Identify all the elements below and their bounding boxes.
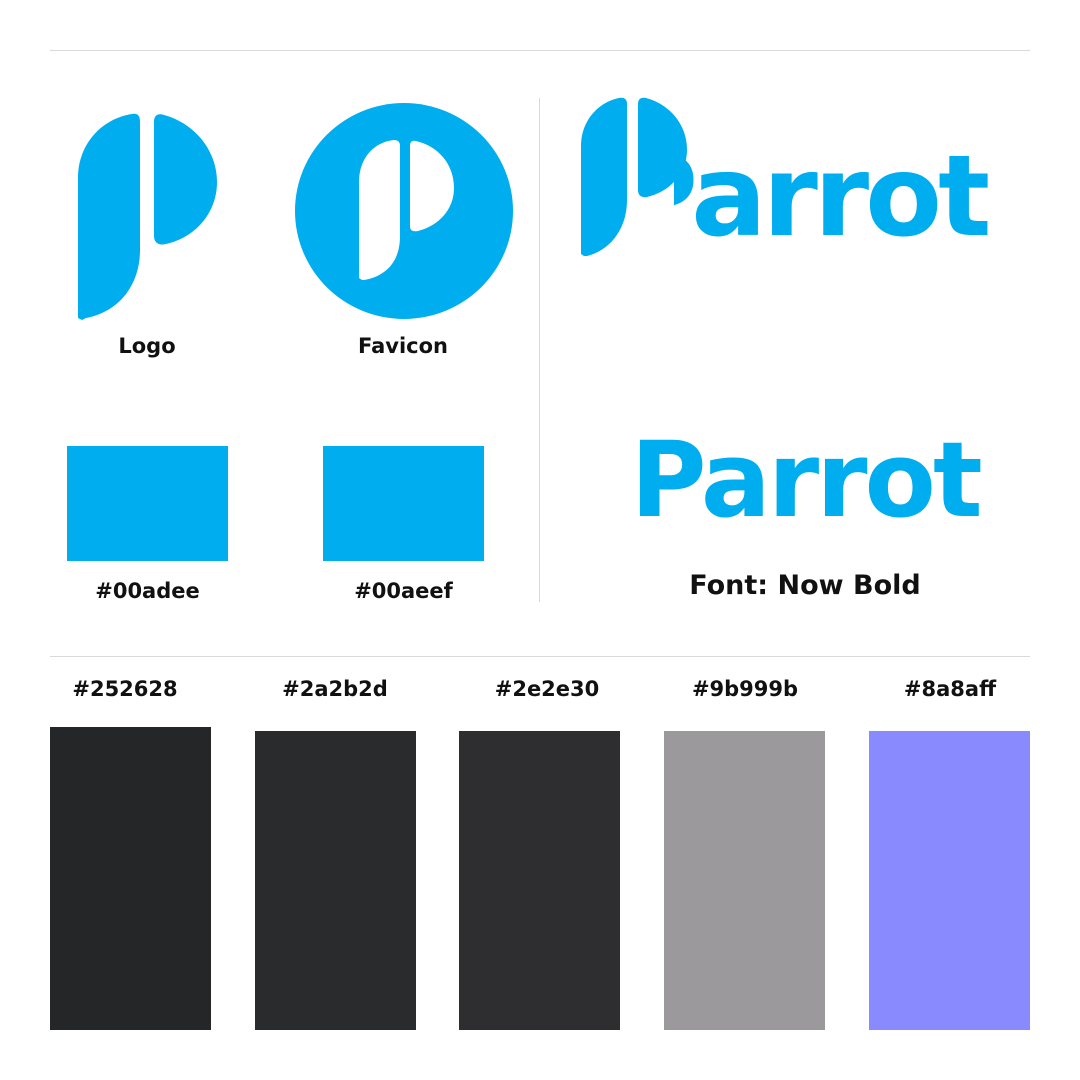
palette-swatch-3 (459, 731, 620, 1030)
logo-wordmark-text: Parrot (616, 132, 988, 262)
palette-swatch-4 (664, 731, 825, 1030)
palette-label-2: #2a2b2d (282, 677, 388, 701)
palette-label-1: #252628 (72, 677, 178, 701)
palette-label-4: #9b999b (691, 677, 799, 701)
top-divider (50, 50, 1030, 51)
middle-divider (50, 656, 1030, 657)
font-caption: Font: Now Bold (689, 570, 921, 601)
typography-sample: Parrot (630, 419, 982, 541)
brand-swatch-1 (67, 446, 228, 561)
palette-label-5: #8a8aff (903, 677, 997, 701)
brand-swatch-2 (323, 446, 484, 561)
logo-caption: Logo (118, 334, 176, 358)
brand-swatch-2-label: #00aeef (354, 579, 453, 603)
palette-swatch-5 (869, 731, 1030, 1030)
logo-wordmark: Parrot (668, 132, 1008, 262)
logo-mark-icon (76, 112, 221, 320)
brand-swatch-1-label: #00adee (95, 579, 200, 603)
palette-swatch-1 (50, 727, 211, 1030)
favicon-caption: Favicon (358, 334, 448, 358)
palette-label-3: #2e2e30 (494, 677, 600, 701)
palette-swatch-2 (255, 731, 416, 1030)
favicon-icon (294, 102, 514, 320)
vertical-divider (539, 98, 540, 602)
